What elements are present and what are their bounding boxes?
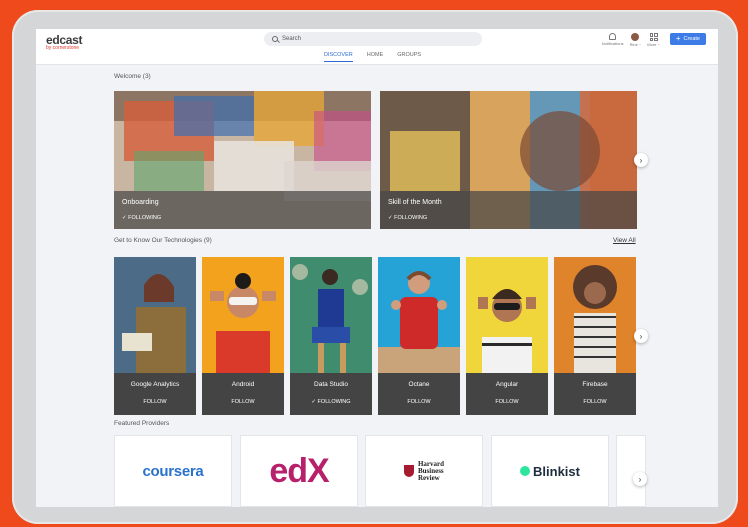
blinkist-logo: Blinkist [520, 464, 580, 479]
following-status[interactable]: ✓ FOLLOWING [388, 215, 427, 221]
follow-button[interactable]: FOLLOW [202, 399, 284, 405]
welcome-carousel-next[interactable]: › [634, 153, 648, 167]
chevron-right-icon: › [639, 155, 643, 165]
card-overlay: Onboarding ✓ FOLLOWING [114, 191, 371, 229]
create-button[interactable]: + Create [669, 33, 706, 45]
create-label: Create [683, 36, 700, 42]
user-label: Rine ~ [629, 42, 642, 47]
leaf-icon [520, 466, 531, 476]
provider-blinkist[interactable]: Blinkist [491, 435, 609, 507]
blinkist-wordmark: Blinkist [533, 463, 580, 479]
bell-icon [609, 33, 617, 40]
card-title: Android [231, 381, 255, 388]
follow-button[interactable]: FOLLOW [554, 399, 636, 405]
tech-card-angular[interactable]: Angular FOLLOW [466, 257, 548, 415]
card-title: Skill of the Month [388, 199, 442, 206]
card-title: Octane [408, 381, 430, 388]
more-label: More ~ [647, 42, 660, 47]
chevron-right-icon: › [639, 331, 643, 341]
card-title: Firebase [582, 381, 608, 388]
edx-logo: edX [269, 451, 329, 490]
tab-groups[interactable]: GROUPS [397, 52, 421, 62]
tab-discover[interactable]: DISCOVER [324, 52, 353, 62]
provider-coursera[interactable]: coursera [114, 435, 232, 507]
provider-edx[interactable]: edX [240, 435, 358, 507]
google-analytics-image [114, 257, 196, 373]
hbr-logo: Harvard Business Review [403, 460, 444, 482]
providers-carousel-next[interactable]: › [633, 472, 647, 486]
welcome-card-skill-of-the-month[interactable]: Skill of the Month ✓ FOLLOWING [380, 91, 637, 229]
user-menu[interactable]: Rine ~ [629, 33, 642, 47]
right-nav: Notifications Rine ~ More ~ + Create [602, 33, 706, 47]
firebase-image [554, 257, 636, 373]
welcome-card-onboarding[interactable]: Onboarding ✓ FOLLOWING [114, 91, 371, 229]
notifications-label: Notifications [601, 41, 624, 46]
chevron-right-icon: › [638, 474, 642, 484]
card-title: Angular [495, 381, 519, 388]
coursera-logo: coursera [142, 462, 204, 480]
angular-image [466, 257, 548, 373]
providers-section-title: Featured Providers [114, 420, 170, 427]
card-title: Onboarding [122, 199, 159, 206]
grid-icon [649, 33, 658, 41]
hbr-wordmark: Harvard Business Review [417, 460, 444, 482]
logo-byline: by cornerstone [46, 45, 80, 51]
welcome-section-title: Welcome (3) [114, 73, 151, 80]
card-overlay: Skill of the Month ✓ FOLLOWING [380, 191, 637, 229]
shield-icon [403, 465, 414, 477]
search-input[interactable]: Search [264, 32, 482, 46]
follow-button[interactable]: FOLLOW [378, 399, 460, 405]
card-title: Google Analytics [130, 381, 180, 388]
edcast-logo[interactable]: edcast by cornerstone [46, 33, 83, 51]
data-studio-image [290, 257, 372, 373]
avatar [631, 33, 640, 41]
tab-home[interactable]: HOME [367, 52, 384, 62]
provider-partial[interactable] [616, 435, 646, 507]
follow-button[interactable]: FOLLOW [466, 399, 548, 405]
more-menu[interactable]: More ~ [647, 33, 660, 47]
technologies-section-title: Get to Know Our Technologies (9) [114, 237, 212, 244]
hbr-line-3: Review [417, 473, 440, 482]
tech-card-android[interactable]: Android FOLLOW [202, 257, 284, 415]
android-image [202, 257, 284, 373]
technologies-carousel-next[interactable]: › [634, 329, 648, 343]
following-status[interactable]: ✓ FOLLOWING [290, 399, 372, 405]
app-screen: edcast by cornerstone Search DISCOVER HO… [36, 29, 718, 507]
card-title: Data Studio [314, 381, 348, 388]
main-tabs: DISCOVER HOME GROUPS [324, 52, 421, 62]
provider-harvard-business-review[interactable]: Harvard Business Review [365, 435, 483, 507]
tech-card-data-studio[interactable]: Data Studio ✓ FOLLOWING [290, 257, 372, 415]
tech-card-firebase[interactable]: Firebase FOLLOW [554, 257, 636, 415]
tech-card-google-analytics[interactable]: Google Analytics FOLLOW [114, 257, 196, 415]
top-bar: edcast by cornerstone Search DISCOVER HO… [36, 29, 718, 65]
search-placeholder: Search [282, 36, 302, 42]
plus-icon: + [675, 34, 681, 43]
following-status[interactable]: ✓ FOLLOWING [122, 215, 161, 221]
notifications-button[interactable]: Notifications [602, 33, 624, 46]
search-icon [272, 36, 278, 42]
tech-card-octane[interactable]: Octane FOLLOW [378, 257, 460, 415]
view-all-link[interactable]: View All [613, 237, 636, 244]
octane-image [378, 257, 460, 373]
follow-button[interactable]: FOLLOW [114, 399, 196, 405]
